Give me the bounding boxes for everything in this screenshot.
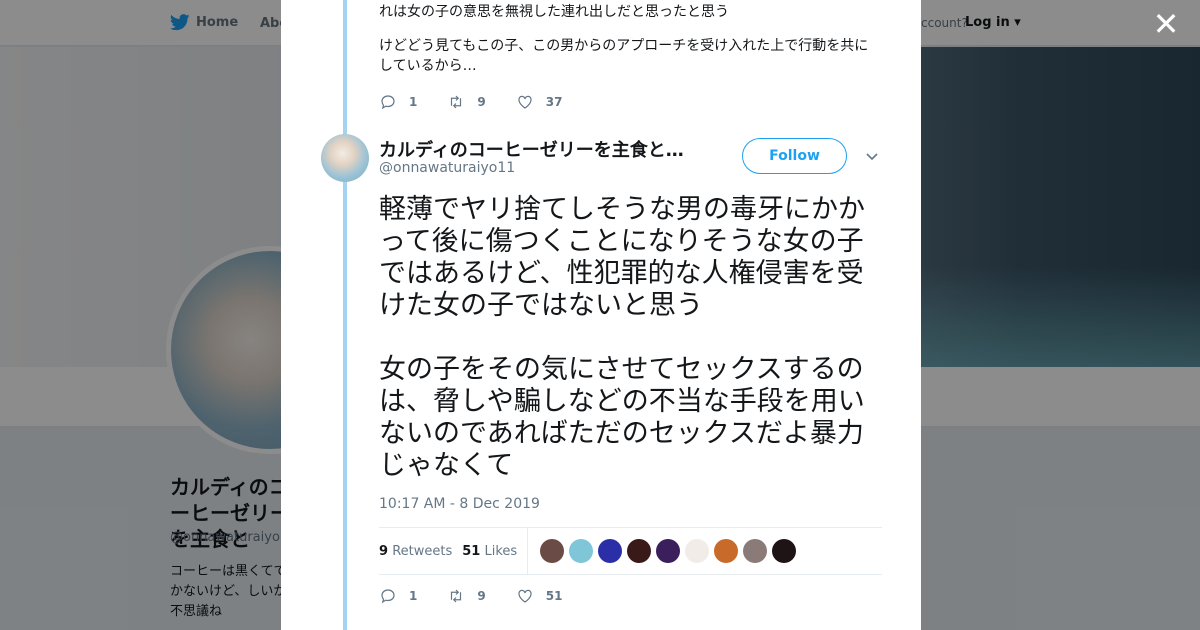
likes-stat[interactable]: 51 Likes	[462, 544, 517, 559]
like-count: 37	[545, 95, 563, 109]
liker-avatar[interactable]	[540, 539, 565, 563]
previous-tweet-text: れは女の子の意思を無視した連れ出しだと思ったと思う けどどう見てもこの子、この男…	[379, 2, 879, 90]
author-avatar[interactable]	[321, 134, 369, 182]
author-name[interactable]: カルディのコーヒーゼリーを主食と…	[379, 136, 684, 162]
heart-icon	[518, 589, 532, 603]
reply-button[interactable]: 1	[379, 587, 417, 605]
tweet-modal: れは女の子の意思を無視した連れ出しだと思ったと思う けどどう見てもこの子、この男…	[281, 0, 921, 630]
liker-avatar[interactable]	[598, 539, 623, 563]
liker-avatar[interactable]	[627, 539, 652, 563]
liker-avatar[interactable]	[714, 539, 739, 563]
likes-stat-label: Likes	[484, 543, 518, 559]
liker-avatars	[540, 539, 797, 563]
like-count: 51	[545, 589, 563, 603]
more-options-button[interactable]	[864, 148, 880, 164]
liker-avatar[interactable]	[656, 539, 681, 563]
close-icon[interactable]: ✕	[1152, 8, 1180, 40]
tweet-paragraph: 軽薄でヤリ捨てしそうな男の毒牙にかかって後に傷つくことになりそうな女の子ではある…	[379, 194, 865, 321]
retweet-count: 9	[477, 95, 486, 109]
tweet-stats: 9 Retweets 51 Likes	[379, 527, 882, 575]
previous-tweet-line: けどどう見てもこの子、この男からのアプローチを受け入れた上で行動を共にしているか…	[379, 38, 869, 74]
retweets-stat-count: 9	[379, 543, 389, 559]
previous-tweet-actions: 1 9 37	[379, 93, 592, 111]
reply-count: 1	[409, 589, 418, 603]
retweet-button[interactable]: 9	[447, 587, 486, 605]
stats-divider	[527, 527, 529, 575]
reply-icon	[381, 589, 395, 604]
chevron-down-icon	[866, 153, 878, 161]
tweet-paragraph: 女の子をその気にさせてセックスするのは、脅しや騙しなどの不当な手段を用いないので…	[379, 354, 865, 481]
tweet-timestamp[interactable]: 10:17 AM - 8 Dec 2019	[379, 496, 540, 512]
retweets-stat[interactable]: 9 Retweets	[379, 544, 452, 559]
previous-tweet-line: れは女の子の意思を無視した連れ出しだと思ったと思う	[379, 4, 729, 20]
retweets-stat-label: Retweets	[392, 543, 453, 559]
liker-avatar[interactable]	[772, 539, 797, 563]
retweet-count: 9	[477, 589, 486, 603]
tweet-text: 軽薄でヤリ捨てしそうな男の毒牙にかかって後に傷つくことになりそうな女の子ではある…	[379, 194, 889, 514]
reply-button[interactable]: 1	[379, 93, 417, 111]
retweet-button[interactable]: 9	[447, 93, 486, 111]
thread-line	[343, 0, 347, 630]
tweet-actions: 1 9 51	[379, 587, 592, 605]
liker-avatar[interactable]	[569, 539, 594, 563]
follow-button[interactable]: Follow	[742, 138, 847, 174]
likes-stat-count: 51	[462, 543, 481, 559]
like-button[interactable]: 51	[516, 587, 563, 605]
reply-icon	[381, 95, 395, 110]
liker-avatar[interactable]	[743, 539, 768, 563]
like-button[interactable]: 37	[516, 93, 563, 111]
retweet-icon	[451, 589, 462, 603]
author-handle[interactable]: @onnawaturaiyo11	[379, 160, 515, 176]
retweet-icon	[451, 95, 462, 109]
heart-icon	[518, 95, 532, 109]
reply-count: 1	[409, 95, 418, 109]
liker-avatar[interactable]	[685, 539, 710, 563]
